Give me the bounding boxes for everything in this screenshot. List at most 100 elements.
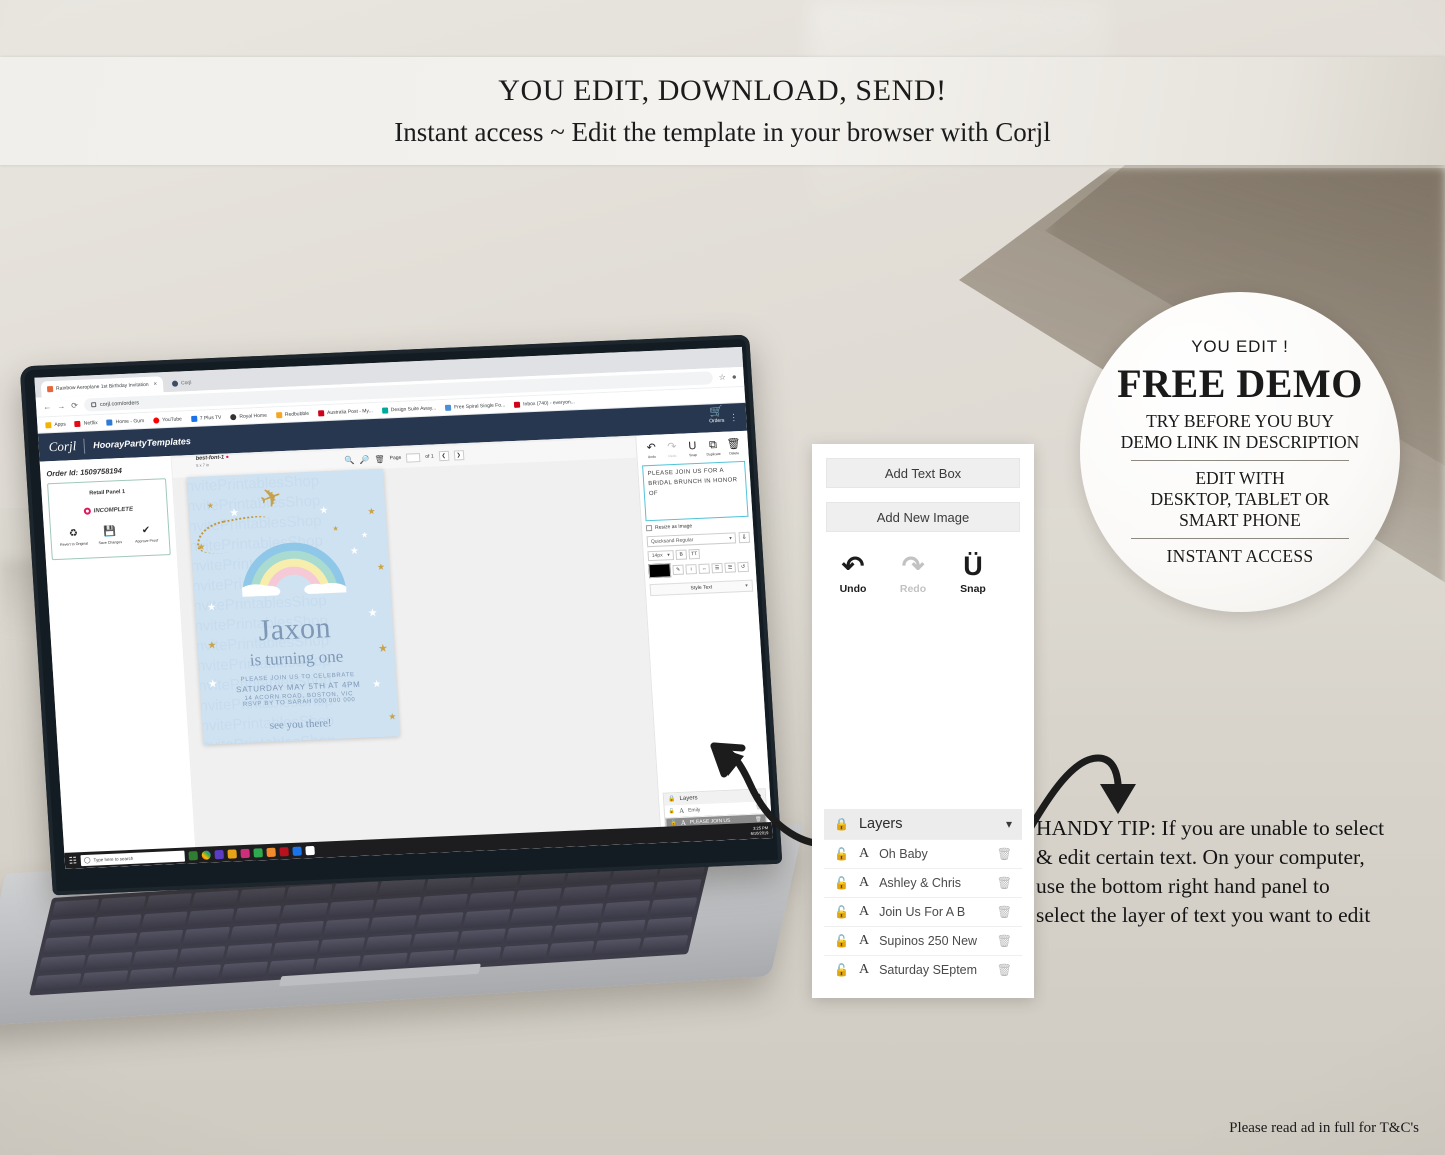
corjl-logo[interactable]: Corjl [48,438,76,455]
delete-icon[interactable]: 🗑 [997,905,1012,919]
close-icon[interactable]: × [153,381,157,387]
layer-item[interactable]: 🔓 A Ashley & Chris 🗑 [824,868,1022,897]
layer-item[interactable]: 🔓 A Saturday SEptem 🗑 [824,955,1022,984]
align-left-button[interactable]: ☰ [711,562,723,574]
bookmark-item[interactable]: Australia Post - My... [317,408,373,416]
windows-start-icon[interactable]: ☷ [68,855,77,866]
font-family-select[interactable]: Quicksand Regular ▾ [646,532,737,548]
handy-tip-text: HANDY TIP: If you are unable to select &… [1036,814,1444,930]
text-color-swatch[interactable] [648,563,672,579]
checkbox-icon[interactable] [645,524,653,532]
lock-open-icon[interactable]: 🔓 [834,876,849,890]
overflow-menu-icon[interactable]: ⋮ [729,412,739,423]
bookmark-star-icon[interactable]: ☆ [718,373,726,382]
font-size-select[interactable]: 14px ▾ [647,550,675,562]
forward-icon[interactable]: → [57,401,66,410]
badge-divider [1131,538,1349,539]
letter-spacing-button[interactable]: ↔ [698,563,711,574]
key [145,893,193,912]
bookmark-item[interactable]: YouTube [153,416,182,424]
redo-button[interactable]: ↷ Redo [896,552,930,595]
page-number-input[interactable] [406,452,421,463]
save-changes-button[interactable]: 💾 Save Changes [92,526,127,546]
text-edit-textarea[interactable]: PLEASE JOIN US FOR A BRIDAL BRUNCH IN HO… [642,460,749,522]
resize-as-image-checkbox-row[interactable]: Resize as Image [645,521,749,532]
taskbar-app-icon[interactable] [266,847,276,857]
free-demo-badge: YOU EDIT ! FREE DEMO TRY BEFORE YOU BUY … [1080,292,1400,612]
layer-item[interactable]: 🔓 A Oh Baby 🗑 [824,839,1022,868]
taskbar-app-icon[interactable] [292,846,302,856]
layer-name: Join Us For A B [879,905,966,919]
add-text-box-button[interactable]: Add Text Box [826,458,1020,488]
bookmark-item[interactable]: Redbubble [275,410,309,418]
bold-button[interactable]: B [675,549,688,560]
highlight-button[interactable]: ✎ [672,564,685,576]
bookmark-item[interactable]: Design Suite Away... [381,405,436,414]
delete-icon[interactable]: 🗑 [374,454,385,463]
bookmark-item[interactable]: 7 Plus TV [190,414,222,422]
back-icon[interactable]: ← [43,402,52,411]
delete-icon[interactable]: 🗑 [997,876,1012,890]
layer-item[interactable]: 🔓 A Supinos 250 New 🗑 [824,926,1022,955]
italic-button[interactable]: TT [688,548,701,560]
delete-icon[interactable]: 🗑 [997,963,1012,977]
taskbar-app-icon[interactable] [305,845,315,855]
redo-button[interactable]: ↷ Redo [662,441,683,459]
invitation-preview[interactable]: InvitePrintablesShop InvitePrintablesSho… [186,468,400,745]
add-new-image-button[interactable]: Add New Image [826,502,1020,532]
taskbar-app-icon[interactable] [188,850,199,860]
chrome-icon[interactable] [201,849,212,860]
lock-open-icon[interactable]: 🔓 [834,963,849,977]
taskbar-app-icon[interactable] [214,849,225,859]
key [500,943,549,962]
lock-open-icon[interactable]: 🔓 [834,934,849,948]
line-height-button[interactable]: ↕ [685,564,698,575]
acrobat-icon[interactable] [279,846,289,856]
bookmark-item[interactable]: Free Spiral Single Fo... [444,402,505,411]
delete-button[interactable]: 🗑 Delete [723,438,744,456]
next-page-button[interactable]: ❯ [453,450,464,461]
lock-icon: 🔒 [667,796,676,803]
taskbar-search-input[interactable]: ◯ Type here to search [80,850,186,866]
chevron-down-icon[interactable]: ▾ [1006,817,1012,831]
snap-button[interactable]: Ü Snap [956,552,990,595]
taskbar-app-icon[interactable] [253,847,263,858]
reload-icon[interactable]: ⟳ [71,401,78,410]
profile-avatar-icon[interactable]: ● [732,372,737,381]
curve-text-button[interactable]: ↺ [737,561,749,573]
corjl-canvas-area: best-font-1 ● 5 x 7 in 🔍 🔎 🗑 Page of 1 ❮… [171,435,662,868]
bookmark-item[interactable]: Royal Home [230,412,267,420]
lock-open-icon[interactable]: 🔓 [834,847,849,861]
layer-item[interactable]: 🔓 A Join Us For A B 🗑 [824,897,1022,926]
undo-button[interactable]: ↶ Undo [836,552,870,595]
lock-open-icon[interactable]: 🔓 [834,905,849,919]
tool-label: Redo [899,583,927,595]
align-center-button[interactable]: ☰ [724,562,736,573]
prev-page-button[interactable]: ❮ [438,450,449,462]
approve-proof-button[interactable]: ✔ Approve Proof [129,524,164,544]
snap-button[interactable]: U Snap [682,440,703,458]
lock-icon[interactable]: 🔓 [669,808,676,814]
browser-tab-inactive[interactable]: Corjl [165,374,198,393]
delete-icon[interactable]: 🗑 [997,934,1012,948]
duplicate-button[interactable]: ⧉ Duplicate [703,439,724,457]
layers-header[interactable]: 🔒 Layers ▾ [824,809,1022,839]
delete-icon[interactable]: 🗑 [997,847,1012,861]
lock-icon[interactable]: 🔓 [670,820,677,826]
orders-button[interactable]: 🛒 Orders [708,406,725,425]
undo-button[interactable]: ↶ Undo [641,442,662,460]
key [365,933,413,953]
bookmark-item[interactable]: Home - Gum [106,418,144,426]
style-text-accordion[interactable]: Style Text ▾ [649,579,754,597]
taskbar-app-icon[interactable] [227,848,238,859]
zoom-out-icon[interactable]: 🔎 [359,455,370,464]
font-upload-button[interactable]: ⇩ [738,531,751,544]
bookmark-item[interactable]: Inbox (740) - everyon... [514,399,575,408]
bookmark-item[interactable]: Apps [45,421,66,428]
bookmark-item[interactable]: Netflix [74,420,98,427]
taskbar-app-icon[interactable] [240,848,250,858]
revert-to-original-button[interactable]: ♻ Revert to Original [56,527,91,547]
key [80,970,129,989]
layer-name: Saturday SEptem [879,963,978,977]
zoom-in-icon[interactable]: 🔍 [344,455,355,464]
